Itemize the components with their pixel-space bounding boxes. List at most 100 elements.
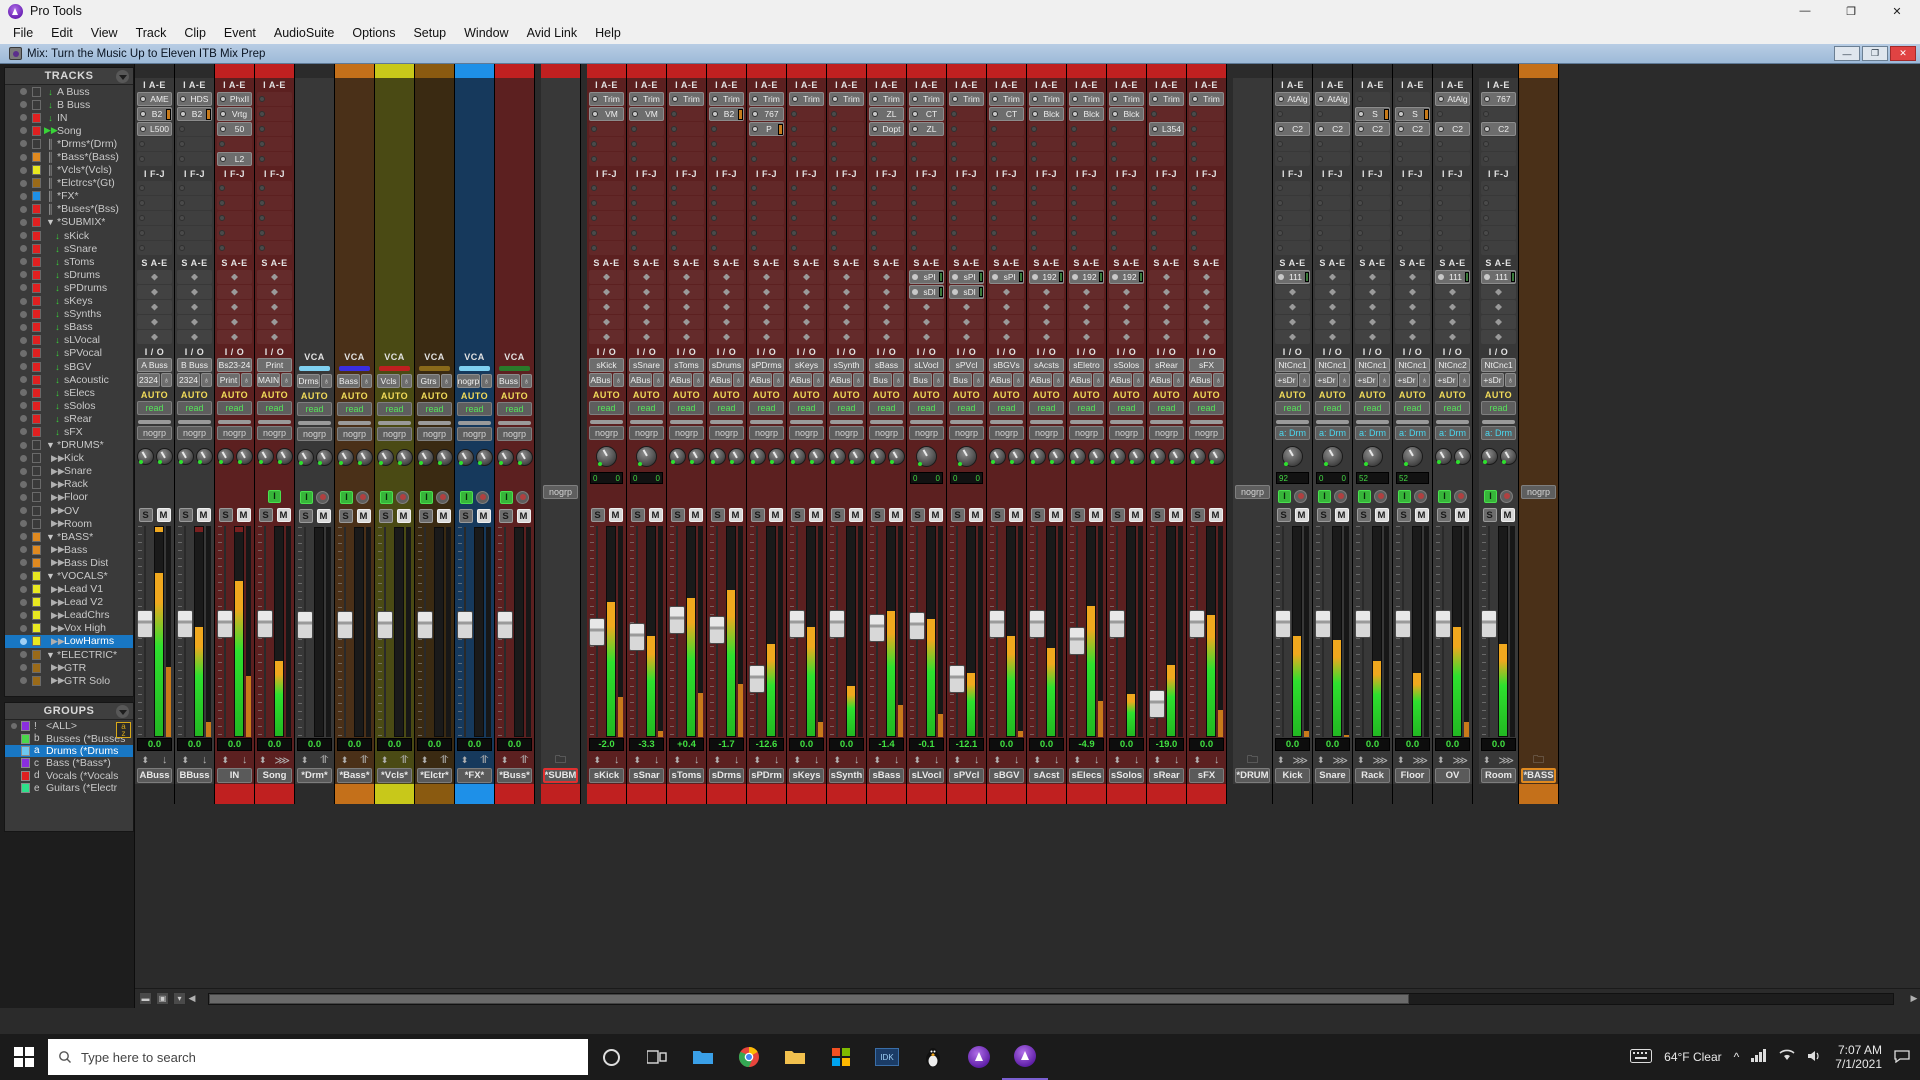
pan-knob-left[interactable] (1108, 447, 1126, 465)
insert-slot[interactable] (789, 181, 824, 195)
pan-button[interactable]: ♁ (441, 374, 452, 388)
insert-slot[interactable]: Trim (789, 92, 824, 106)
fader-level-display[interactable]: 0.0 (1109, 738, 1144, 751)
track-activity-dot[interactable] (20, 611, 27, 619)
track-color-swatch[interactable] (32, 178, 41, 189)
send-slot[interactable] (629, 315, 664, 329)
insert-slot[interactable]: Trim (989, 92, 1024, 106)
io-input-button[interactable]: ABus (629, 373, 652, 387)
automation-mode-button[interactable]: read (829, 401, 864, 415)
track-name-button[interactable]: sBGV (989, 768, 1024, 783)
insert-slot[interactable] (177, 241, 212, 255)
pan-button[interactable]: ♁ (481, 374, 492, 388)
insert-slot[interactable] (749, 211, 784, 225)
fader-nudge-icon[interactable]: ⬍ (381, 755, 389, 764)
insert-slot[interactable] (257, 137, 292, 151)
send-slot[interactable] (1275, 330, 1310, 344)
pan-knob-right[interactable] (395, 448, 413, 466)
automation-mode-button[interactable]: read (1149, 401, 1184, 415)
send-slot[interactable] (1189, 300, 1224, 314)
track-name-button[interactable]: sSnar (629, 768, 664, 783)
track-row[interactable]: ↓ IN (5, 111, 133, 124)
track-color-swatch[interactable] (32, 296, 41, 307)
insert-slot[interactable] (869, 241, 904, 255)
volume-fader[interactable] (949, 526, 965, 737)
mute-button[interactable]: M (968, 508, 983, 522)
automation-mode-button[interactable]: read (1435, 401, 1470, 415)
solo-button[interactable]: S (1436, 508, 1451, 522)
solo-button[interactable]: S (298, 509, 313, 523)
track-color-swatch[interactable] (32, 86, 41, 97)
group-assign-button[interactable]: a: Drm (1355, 426, 1390, 440)
send-slot[interactable] (1395, 330, 1430, 344)
penguin-icon[interactable] (910, 1034, 956, 1080)
insert-slot[interactable]: B2 (177, 107, 212, 121)
track-color-swatch[interactable] (32, 584, 41, 595)
mute-button[interactable]: M (1454, 508, 1469, 522)
track-color-swatch[interactable] (32, 557, 41, 568)
track-name-button[interactable]: *SUBM (543, 768, 578, 783)
insert-slot[interactable] (709, 152, 744, 166)
track-row[interactable]: ║ *Vcls*(Vcls) (5, 164, 133, 177)
fader-cap[interactable] (457, 611, 473, 639)
insert-slot[interactable] (869, 181, 904, 195)
insert-slot[interactable] (629, 137, 664, 151)
pan-knob-right[interactable] (195, 447, 213, 465)
group-assign-button[interactable]: nogrp (669, 426, 704, 440)
insert-slot[interactable] (1275, 211, 1310, 225)
track-row[interactable]: ↓ sSolos (5, 399, 133, 412)
automation-mode-button[interactable]: read (1355, 401, 1390, 415)
send-slot[interactable]: 111 (1435, 270, 1470, 284)
track-name-button[interactable]: sRear (1149, 768, 1184, 783)
track-color-swatch[interactable] (32, 309, 41, 320)
fader-level-display[interactable]: 0.0 (829, 738, 864, 751)
track-color-swatch[interactable] (32, 413, 41, 424)
insert-slot[interactable] (1355, 92, 1390, 106)
track-row[interactable]: ↓ sElecs (5, 386, 133, 399)
track-row[interactable]: ↓ sLVocal (5, 334, 133, 347)
track-color-swatch[interactable] (32, 335, 41, 346)
io-input-button[interactable]: ABus (669, 373, 692, 387)
fader-cap[interactable] (137, 610, 153, 638)
group-assign-button[interactable]: nogrp (989, 426, 1024, 440)
mute-button[interactable]: M (316, 509, 331, 523)
insert-slot[interactable]: VM (589, 107, 624, 121)
automation-mode-button[interactable]: read (589, 401, 624, 415)
insert-slot[interactable]: 767 (749, 107, 784, 121)
send-slot[interactable] (589, 270, 624, 284)
pan-knob-left[interactable] (1480, 447, 1498, 465)
pan-button[interactable]: ♁ (933, 373, 944, 387)
insert-slot[interactable]: Trim (589, 92, 624, 106)
insert-slot[interactable] (1109, 196, 1144, 210)
pan-knob[interactable] (1282, 445, 1303, 467)
io-input-button[interactable]: +sDr (1435, 373, 1458, 387)
fader-nudge-icon[interactable]: ⬍ (1277, 755, 1285, 764)
pan-knob-left[interactable] (416, 448, 434, 466)
pan-button[interactable]: ♁ (1053, 373, 1064, 387)
mute-button[interactable]: M (888, 508, 903, 522)
pan-knob-left[interactable] (1188, 447, 1206, 465)
volume-fader[interactable] (257, 526, 273, 737)
insert-slot[interactable] (629, 122, 664, 136)
send-slot[interactable] (949, 330, 984, 344)
insert-slot[interactable] (1029, 137, 1064, 151)
send-slot[interactable] (1355, 300, 1390, 314)
fader-level-display[interactable]: 0.0 (1315, 738, 1350, 751)
io-input-button[interactable]: Bus (949, 373, 972, 387)
pan-knob-right[interactable] (847, 447, 865, 465)
track-color-bar[interactable] (827, 64, 866, 78)
fader-nudge-icon[interactable]: ⬍ (953, 755, 961, 764)
insert-slot[interactable] (257, 226, 292, 240)
insert-slot[interactable] (629, 196, 664, 210)
send-slot[interactable] (1481, 285, 1516, 299)
input-monitor-button[interactable]: I (500, 490, 513, 504)
insert-slot[interactable]: S (1355, 107, 1390, 121)
io-input-button[interactable]: ABus (1109, 373, 1132, 387)
track-row[interactable]: ▶▶ Lead V2 (5, 596, 133, 609)
track-row[interactable]: ▼ *BASS* (5, 530, 133, 543)
insert-slot[interactable]: Trim (669, 92, 704, 106)
track-color-swatch[interactable] (32, 361, 41, 372)
fader-level-display[interactable]: 0.0 (497, 738, 532, 751)
pan-button[interactable]: ♁ (973, 373, 984, 387)
automation-mode-button[interactable]: read (337, 402, 372, 416)
